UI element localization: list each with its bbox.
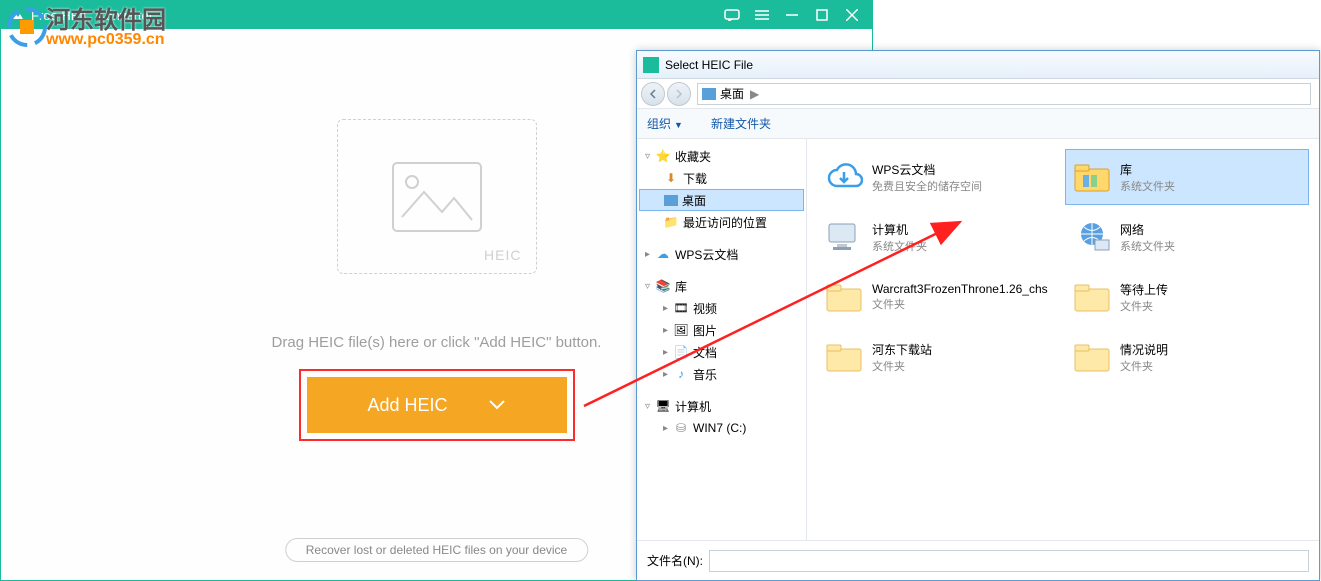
file-item[interactable]: 库系统文件夹	[1065, 149, 1309, 205]
add-button-highlight: Add HEIC	[299, 369, 575, 441]
filename-input[interactable]	[709, 550, 1309, 572]
watermark-logo-icon	[6, 6, 48, 48]
breadcrumb[interactable]: 桌面 ▶	[697, 83, 1311, 105]
file-sub: 文件夹	[872, 358, 932, 374]
file-sub: 系统文件夹	[1120, 178, 1175, 194]
menu-icon[interactable]	[750, 3, 774, 27]
dialog-footer: 文件名(N):	[637, 540, 1319, 580]
add-heic-button[interactable]: Add HEIC	[307, 377, 567, 433]
tree-downloads[interactable]: ⬇下载	[639, 167, 804, 189]
cloud-icon	[824, 157, 864, 197]
file-sub: 文件夹	[872, 296, 1048, 312]
lib-icon	[1072, 157, 1112, 197]
dialog-titlebar: Select HEIC File	[637, 51, 1319, 79]
desktop-icon	[702, 88, 716, 100]
file-sub: 文件夹	[1120, 358, 1168, 374]
drag-instruction: Drag HEIC file(s) here or click "Add HEI…	[272, 334, 602, 351]
file-name: Warcraft3FrozenThrone1.26_chs	[872, 282, 1048, 296]
breadcrumb-text: 桌面	[720, 85, 744, 102]
feedback-icon[interactable]	[720, 3, 744, 27]
file-dialog: Select HEIC File 桌面 ▶ 组织▼ 新建文件夹 ▿⭐收藏夹 ⬇下…	[636, 50, 1320, 581]
tree-favorites[interactable]: ▿⭐收藏夹	[639, 145, 804, 167]
tree-music[interactable]: ▸♪音乐	[639, 363, 804, 385]
folder-icon	[824, 337, 864, 377]
watermark-url: www.pc0359.cn	[46, 31, 166, 49]
file-sub: 免费且安全的储存空间	[872, 178, 982, 194]
file-name: 计算机	[872, 221, 927, 238]
file-name: 网络	[1120, 221, 1175, 238]
tree-recent[interactable]: 📁最近访问的位置	[639, 211, 804, 233]
file-item[interactable]: 情况说明文件夹	[1065, 329, 1309, 385]
organize-button[interactable]: 组织▼	[647, 115, 683, 132]
new-folder-button[interactable]: 新建文件夹	[711, 115, 771, 132]
dialog-toolbar: 组织▼ 新建文件夹	[637, 109, 1319, 139]
tree-wps[interactable]: ▸☁WPS云文档	[639, 243, 804, 265]
dialog-title: Select HEIC File	[665, 58, 753, 72]
tree-desktop[interactable]: 桌面	[639, 189, 804, 211]
file-sub: 系统文件夹	[872, 238, 927, 254]
tree-win7[interactable]: ▸⛁WIN7 (C:)	[639, 417, 804, 439]
heic-label: HEIC	[484, 247, 521, 263]
tree-documents[interactable]: ▸📄文档	[639, 341, 804, 363]
add-heic-label: Add HEIC	[367, 395, 447, 416]
folder-icon	[1072, 277, 1112, 317]
file-item[interactable]: WPS云文档免费且安全的储存空间	[817, 149, 1061, 205]
recover-link[interactable]: Recover lost or deleted HEIC files on yo…	[285, 538, 588, 562]
file-item[interactable]: 网络系统文件夹	[1065, 209, 1309, 265]
folder-icon	[1072, 337, 1112, 377]
dialog-nav: 桌面 ▶	[637, 79, 1319, 109]
image-placeholder-icon	[392, 162, 482, 232]
folder-icon	[824, 277, 864, 317]
file-list: WPS云文档免费且安全的储存空间库系统文件夹计算机系统文件夹网络系统文件夹War…	[807, 139, 1319, 540]
pc-icon	[824, 217, 864, 257]
file-name: 情况说明	[1120, 341, 1168, 358]
tree-videos[interactable]: ▸🎞视频	[639, 297, 804, 319]
nav-back-button[interactable]	[641, 82, 665, 106]
file-name: 等待上传	[1120, 281, 1168, 298]
minimize-icon[interactable]	[780, 3, 804, 27]
watermark-text: 河东软件园	[46, 7, 166, 34]
file-name: 河东下载站	[872, 341, 932, 358]
tree-computer[interactable]: ▿🖥计算机	[639, 395, 804, 417]
chevron-down-icon	[488, 399, 506, 411]
dialog-app-icon	[643, 57, 659, 73]
file-name: WPS云文档	[872, 161, 982, 178]
file-sub: 系统文件夹	[1120, 238, 1175, 254]
maximize-icon[interactable]	[810, 3, 834, 27]
tree-libraries[interactable]: ▿📚库	[639, 275, 804, 297]
file-item[interactable]: 计算机系统文件夹	[817, 209, 1061, 265]
net-icon	[1072, 217, 1112, 257]
folder-tree: ▿⭐收藏夹 ⬇下载 桌面 📁最近访问的位置 ▸☁WPS云文档 ▿📚库 ▸🎞视频 …	[637, 139, 807, 540]
watermark: 河东软件园 www.pc0359.cn	[2, 0, 166, 49]
file-item[interactable]: 等待上传文件夹	[1065, 269, 1309, 325]
tree-pictures[interactable]: ▸🖼图片	[639, 319, 804, 341]
file-item[interactable]: Warcraft3FrozenThrone1.26_chs文件夹	[817, 269, 1061, 325]
nav-forward-button[interactable]	[667, 82, 691, 106]
file-name: 库	[1120, 161, 1175, 178]
drop-zone[interactable]: HEIC	[337, 119, 537, 274]
filename-label: 文件名(N):	[647, 552, 703, 569]
close-icon[interactable]	[840, 3, 864, 27]
file-item[interactable]: 河东下载站文件夹	[817, 329, 1061, 385]
file-sub: 文件夹	[1120, 298, 1168, 314]
